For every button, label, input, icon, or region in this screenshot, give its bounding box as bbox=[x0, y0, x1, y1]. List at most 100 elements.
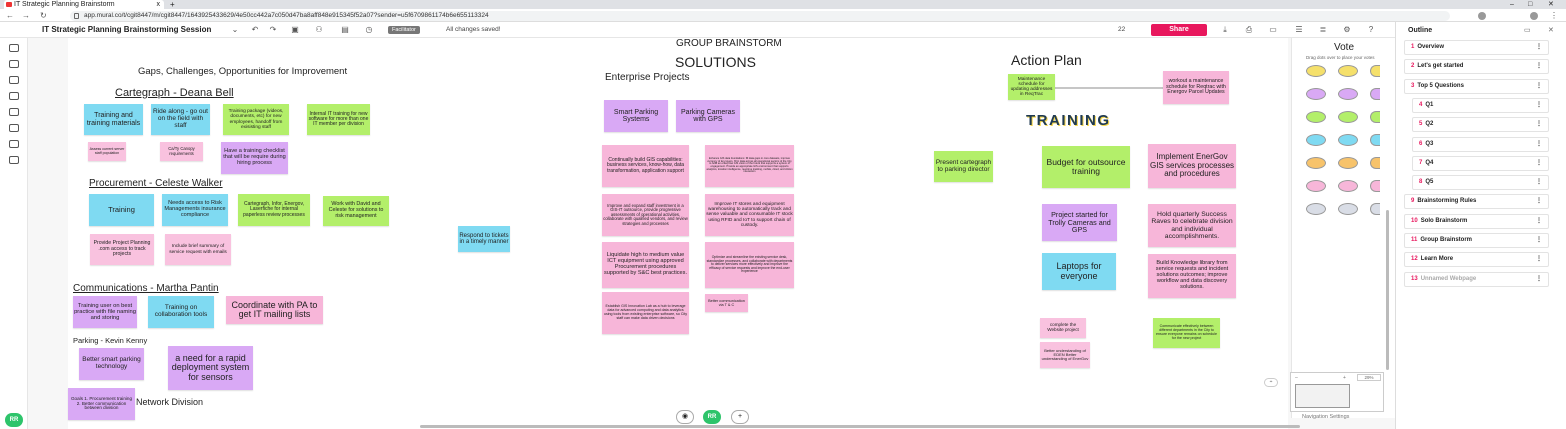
back-arrow-icon[interactable]: ← bbox=[6, 10, 14, 21]
icons-icon[interactable] bbox=[9, 140, 19, 148]
collaborator-avatar[interactable]: RR bbox=[703, 410, 721, 424]
outline-item[interactable]: 5 Q2 ⋮ bbox=[1412, 117, 1549, 133]
frame-icon[interactable]: ▣ bbox=[290, 25, 300, 35]
sticky-note[interactable]: Budget for outsource training bbox=[1042, 146, 1130, 188]
forward-arrow-icon[interactable]: → bbox=[22, 10, 30, 21]
zoom-level[interactable]: 29% bbox=[1357, 374, 1381, 381]
browser-tab[interactable]: IT Strategic Planning Brainstorm x bbox=[4, 0, 164, 9]
settings-icon[interactable]: ⚙ bbox=[1342, 25, 1352, 35]
sticky-note[interactable]: Maintenance schedule for updating addres… bbox=[1008, 74, 1055, 100]
outline-item[interactable]: 1 Overview ⋮ bbox=[1404, 40, 1549, 55]
sticky-note[interactable]: Ca/Ty Canopy requirements bbox=[160, 142, 203, 161]
collaborators-count[interactable]: 22 bbox=[1118, 25, 1125, 35]
vote-dot[interactable] bbox=[1338, 111, 1358, 123]
library-icon[interactable] bbox=[9, 44, 19, 52]
new-tab-button[interactable]: + bbox=[170, 0, 175, 9]
chevron-down-icon[interactable]: ⌄ bbox=[230, 25, 240, 35]
vote-dot[interactable] bbox=[1338, 134, 1358, 146]
outline-item[interactable]: 3 Top 5 Questions ⋮ bbox=[1404, 78, 1549, 94]
vote-dot[interactable] bbox=[1338, 180, 1358, 192]
timer-icon[interactable]: ◷ bbox=[364, 25, 374, 35]
sticky-note[interactable]: Goals 1. Procurement training 2. Better … bbox=[68, 388, 135, 420]
sticky-note[interactable]: Assess current server staff population bbox=[88, 142, 126, 161]
horizontal-scrollbar[interactable] bbox=[420, 425, 1300, 428]
download-icon[interactable]: ⤓ bbox=[1220, 25, 1230, 35]
more-options-icon[interactable]: ⋮ bbox=[1536, 60, 1542, 73]
sticky-note[interactable]: Liquidate high to medium value ICT equip… bbox=[602, 242, 689, 288]
frameworks-icon[interactable] bbox=[9, 108, 19, 116]
outline-icon[interactable]: ≣ bbox=[1318, 25, 1328, 35]
sticky-note[interactable]: Improve and expand staff investment in a… bbox=[602, 194, 689, 236]
vote-dot[interactable] bbox=[1306, 65, 1326, 77]
more-options-icon[interactable]: ⋮ bbox=[1536, 273, 1542, 286]
extension-icon[interactable] bbox=[1478, 12, 1486, 20]
more-options-icon[interactable]: ⋮ bbox=[1536, 215, 1542, 228]
sticky-note[interactable]: Laptops for everyone bbox=[1042, 253, 1116, 290]
mural-title[interactable]: IT Strategic Planning Brainstorming Sess… bbox=[42, 25, 211, 34]
sticky-note[interactable]: Better communication via T & C bbox=[705, 294, 748, 312]
vote-dot[interactable] bbox=[1306, 180, 1326, 192]
outline-item[interactable]: 6 Q3 ⋮ bbox=[1412, 136, 1549, 152]
vote-dot[interactable] bbox=[1306, 134, 1326, 146]
outline-item[interactable]: 13 Unnamed Webpage ⋮ bbox=[1404, 271, 1549, 287]
minimap[interactable]: – + 29% bbox=[1290, 372, 1384, 412]
webcam-icon[interactable]: ◉ bbox=[676, 410, 694, 424]
sticky-note[interactable]: Build Knowledge library from service req… bbox=[1148, 254, 1236, 298]
sticky-note[interactable]: Training package (videos, documents, etc… bbox=[223, 104, 289, 135]
sticky-note[interactable]: Enhance GIS data foundations: fill data … bbox=[705, 145, 794, 187]
browser-menu-icon[interactable]: ⋮ bbox=[1550, 10, 1558, 21]
activity-icon[interactable]: ☰ bbox=[1294, 25, 1304, 35]
facilitator-badge[interactable]: Facilitator bbox=[388, 26, 420, 34]
sticky-note[interactable]: Improve IT stores and equipment warehous… bbox=[705, 194, 794, 236]
images-icon[interactable] bbox=[9, 124, 19, 132]
sticky-note[interactable]: Respond to tickets in a timely manner bbox=[458, 226, 510, 252]
undo-icon[interactable]: ↶ bbox=[250, 25, 260, 35]
outline-item[interactable]: 8 Q5 ⋮ bbox=[1412, 175, 1549, 191]
fit-view-icon[interactable]: ⌖ bbox=[1264, 378, 1278, 387]
inbox-icon[interactable]: ⎙ bbox=[1244, 25, 1254, 35]
more-options-icon[interactable]: ⋮ bbox=[1536, 176, 1542, 189]
vote-dot[interactable] bbox=[1338, 203, 1358, 215]
sticky-note[interactable]: Better smart parking technology bbox=[79, 348, 144, 380]
vote-dot[interactable] bbox=[1306, 111, 1326, 123]
sticky-note[interactable]: Continually build GIS capabilities: busi… bbox=[602, 145, 689, 187]
minimap-viewport[interactable] bbox=[1295, 384, 1350, 408]
sticky-note[interactable]: complete the Website project bbox=[1040, 318, 1086, 338]
vote-dot[interactable] bbox=[1306, 88, 1326, 100]
vote-dot[interactable] bbox=[1370, 88, 1380, 100]
sticky-note[interactable]: Communicate effectively between differen… bbox=[1153, 318, 1220, 348]
vote-dot[interactable] bbox=[1370, 111, 1380, 123]
sticky-note[interactable]: Training bbox=[89, 194, 154, 226]
sticky-note[interactable]: workout a maintenance schedule for Reqtr… bbox=[1163, 71, 1229, 104]
zoom-out-icon[interactable]: – bbox=[1295, 375, 1298, 381]
minimize-window-button[interactable]: – bbox=[1510, 0, 1514, 9]
comment-icon[interactable]: ▭ bbox=[1268, 25, 1278, 35]
maximize-window-button[interactable]: □ bbox=[1528, 0, 1532, 9]
more-options-icon[interactable]: ⋮ bbox=[1536, 234, 1542, 247]
vote-dot[interactable] bbox=[1370, 157, 1380, 169]
close-icon[interactable]: ✕ bbox=[1548, 26, 1554, 34]
vote-dot[interactable] bbox=[1370, 203, 1380, 215]
text-icon[interactable] bbox=[9, 76, 19, 84]
sticky-note[interactable]: a need for a rapid deployment system for… bbox=[168, 346, 253, 390]
vote-dot[interactable] bbox=[1338, 88, 1358, 100]
outline-item[interactable]: 12 Learn More ⋮ bbox=[1404, 252, 1549, 268]
profile-avatar-icon[interactable] bbox=[1530, 12, 1538, 20]
navigation-settings[interactable]: Navigation Settings bbox=[1286, 413, 1386, 422]
sticky-note[interactable]: Internal IT training for new software fo… bbox=[307, 104, 370, 135]
sticky-note[interactable]: Cartegraph, Infor, Energov, Laserfiche f… bbox=[238, 194, 310, 226]
share-button[interactable]: Share bbox=[1151, 24, 1207, 36]
outline-item[interactable]: 9 Brainstorming Rules ⋮ bbox=[1404, 194, 1549, 210]
sticky-note[interactable]: Provide Project Planning .com access to … bbox=[90, 234, 154, 265]
more-options-icon[interactable]: ⋮ bbox=[1536, 253, 1542, 266]
sticky-note[interactable]: Work with David and Celeste for solution… bbox=[323, 196, 389, 226]
add-collaborator-button[interactable]: + bbox=[731, 410, 749, 424]
sticky-note[interactable]: Coordinate with PA to get IT mailing lis… bbox=[226, 296, 323, 324]
sticky-note[interactable]: Include brief summary of service request… bbox=[165, 234, 231, 265]
sticky-note[interactable]: Establish GIS Innovation Lab as a hub to… bbox=[602, 292, 689, 334]
outline-item[interactable]: 10 Solo Brainstorm ⋮ bbox=[1404, 213, 1549, 229]
vote-dot[interactable] bbox=[1370, 134, 1380, 146]
url-field[interactable]: app.mural.co/t/cgit8447/m/cgit8447/16439… bbox=[70, 11, 1450, 21]
sticky-note[interactable]: Have a training checklist that will be r… bbox=[221, 142, 288, 174]
more-options-icon[interactable]: ⋮ bbox=[1536, 41, 1542, 54]
